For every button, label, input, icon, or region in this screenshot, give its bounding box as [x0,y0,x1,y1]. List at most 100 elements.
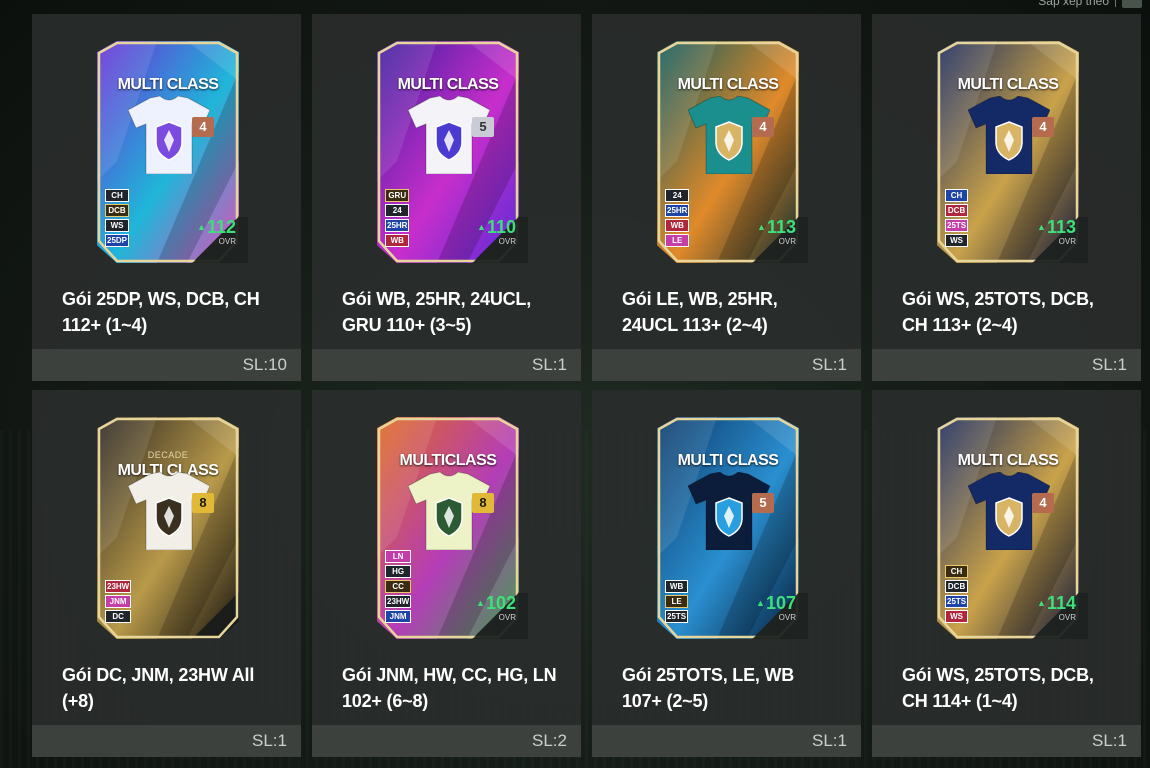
pack-footer: SL:1 [872,725,1141,757]
ovr-value: ▲102 [476,593,516,613]
up-arrow-icon: ▲ [197,222,206,232]
rank-badge: 4 [752,117,774,137]
position-list: CH DCB 25TS WS [945,189,969,247]
position-list: GRU 24 25HR WB [385,189,410,247]
position-tag: WB [385,234,410,247]
position-list: CH DCB WS 25DP [105,189,130,247]
pack-quantity: SL:2 [532,731,567,750]
ovr-value: ▲113 [757,217,796,237]
position-tag: 25HR [385,219,410,232]
rank-badge: 5 [752,493,774,513]
card-class-label: MULTI CLASS [957,452,1059,469]
ovr-block: ▲114 OVR [1032,593,1088,639]
pack-tile-3[interactable]: MULTI CLASS 4 24 25HR WB LE ▲113 OVR Gói LE… [592,14,861,381]
position-tag: DCB [945,204,969,217]
pack-quantity: SL:1 [1092,355,1127,374]
divider [1115,0,1116,7]
pack-tile-4[interactable]: MULTI CLASS 4 CH DCB 25TS WS ▲113 OVR Gói W… [872,14,1141,381]
position-tag: 24 [385,204,410,217]
up-arrow-icon: ▲ [476,598,485,608]
position-tag: WB [665,219,690,232]
ovr-label: OVR [778,613,796,622]
pack-title: Gói WS, 25TOTS, DCB, CH 114+ (1~4) [902,665,1094,711]
pack-tile-6[interactable]: MULTICLASS 8 LN HG CC 23HW JNM ▲102 OVR Gói … [312,390,581,757]
pack-footer: SL:1 [312,349,581,381]
card-class-label: MULTI CLASS [677,452,779,469]
up-arrow-icon: ▲ [756,598,765,608]
ovr-label: OVR [498,237,516,246]
rank-badge: 8 [192,493,214,513]
rank-badge: 4 [1032,117,1054,137]
card-class-label: MULTICLASS [399,452,497,469]
ovr-value: ▲110 [477,217,516,237]
ovr-label: OVR [1058,613,1076,622]
position-tag: 23HW [105,580,132,593]
pack-footer: SL:10 [32,349,301,381]
pack-footer: SL:1 [592,349,861,381]
pack-quantity: SL:1 [812,355,847,374]
ovr-block: ▲113 OVR [1032,217,1088,263]
position-list: 24 25HR WB LE [665,189,690,247]
position-tag: LN [385,550,412,563]
position-tag: 23HW [385,595,412,608]
position-tag: LE [665,234,690,247]
card-sub-label: DECADE [147,450,189,460]
pack-quantity: SL:1 [1092,731,1127,750]
pack-footer: SL:2 [312,725,581,757]
pack-title: Gói 25DP, WS, DCB, CH 112+ (1~4) [62,289,260,335]
position-tag: WS [105,219,130,232]
up-arrow-icon: ▲ [1037,598,1046,608]
ovr-block: ▲112 OVR [192,217,248,263]
pack-grid: MULTI CLASS 4 CH DCB WS 25DP ▲112 OVR Gói 2… [32,14,1141,757]
rank-badge: 4 [192,117,214,137]
position-tag: GRU [385,189,410,202]
pack-title: Gói LE, WB, 25HR, 24UCL 113+ (2~4) [622,289,778,335]
position-tag: CH [945,189,969,202]
pack-tile-2[interactable]: MULTI CLASS 5 GRU 24 25HR WB ▲110 OVR Gói W… [312,14,581,381]
sort-label[interactable]: Sắp xếp theo [1038,0,1109,8]
card-class-label: MULTI CLASS [397,76,499,93]
position-tag: DC [105,610,132,623]
ovr-block: ▲110 OVR [472,217,528,263]
position-tag: HG [385,565,412,578]
position-tag: DCB [105,204,130,217]
pack-tile-7[interactable]: MULTI CLASS 5 WB LE 25TS ▲107 OVR Gói 25TO… [592,390,861,757]
position-tag: 24 [665,189,690,202]
position-tag: 25TS [665,610,689,623]
pack-tile-8[interactable]: MULTI CLASS 4 CH DCB 25TS WS ▲114 OVR Gói W… [872,390,1141,757]
pack-tile-1[interactable]: MULTI CLASS 4 CH DCB WS 25DP ▲112 OVR Gói 2… [32,14,301,381]
ovr-label: OVR [1058,237,1076,246]
position-tag: WS [945,234,969,247]
pack-quantity: SL:1 [812,731,847,750]
pack-quantity: SL:1 [252,731,287,750]
position-tag: LE [665,595,689,608]
position-tag: WB [665,580,689,593]
ovr-value: ▲114 [1037,593,1076,613]
ovr-block: ▲102 OVR [472,593,528,639]
position-list: LN HG CC 23HW JNM [385,550,412,623]
pack-quantity: SL:1 [532,355,567,374]
position-list: 23HW JNM DC [105,580,132,623]
ovr-block: ▲107 OVR [752,593,808,639]
position-list: WB LE 25TS [665,580,689,623]
pack-title: Gói WS, 25TOTS, DCB, CH 113+ (2~4) [902,289,1094,335]
position-tag: 25TS [945,595,969,608]
up-arrow-icon: ▲ [477,222,486,232]
pack-title: Gói JNM, HW, CC, HG, LN 102+ (6~8) [342,665,557,711]
pack-footer: SL:1 [872,349,1141,381]
ovr-block: ▲113 OVR [752,217,808,263]
sort-toggle-button[interactable] [1122,0,1142,8]
position-tag: JNM [105,595,132,608]
position-tag: CH [105,189,130,202]
pack-tile-5[interactable]: DECADE MULTI CLASS 8 23HWJNMDC ▲ Gói DC,… [32,390,301,757]
ovr-label: OVR [778,237,796,246]
up-arrow-icon: ▲ [757,222,766,232]
position-tag: 25HR [665,204,690,217]
card-class-label: MULTI CLASS [117,76,219,93]
position-tag: CC [385,580,412,593]
ovr-label: OVR [218,237,236,246]
pack-title: Gói 25TOTS, LE, WB 107+ (2~5) [622,665,795,711]
rank-badge: 5 [472,117,494,137]
pack-title: Gói WB, 25HR, 24UCL, GRU 110+ (3~5) [342,289,532,335]
ovr-value: ▲113 [1037,217,1076,237]
